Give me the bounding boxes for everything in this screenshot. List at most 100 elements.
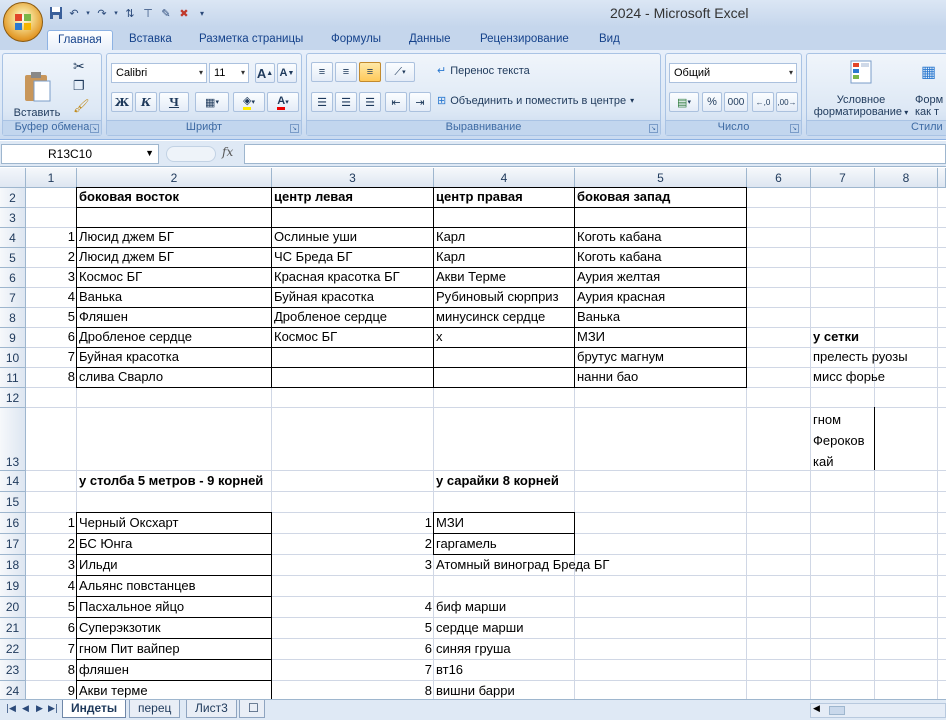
- row-header[interactable]: 8: [0, 308, 26, 328]
- cell[interactable]: нанни бао: [575, 367, 747, 387]
- align-middle-button[interactable]: ≡: [335, 62, 357, 82]
- cell[interactable]: вт16: [434, 660, 575, 680]
- cell[interactable]: 6: [26, 327, 77, 347]
- cell[interactable]: 1: [272, 513, 434, 533]
- cell[interactable]: Суперэкзотик: [77, 618, 272, 638]
- dialog-launcher-icon[interactable]: ↘: [649, 124, 658, 133]
- scroll-thumb[interactable]: [829, 706, 845, 715]
- row-header[interactable]: 21: [0, 618, 26, 639]
- cell[interactable]: 3: [26, 267, 77, 287]
- thousands-button[interactable]: 000: [724, 92, 748, 112]
- cell[interactable]: Космос БГ: [77, 267, 272, 287]
- tools-icon[interactable]: ✎: [158, 5, 174, 21]
- cell[interactable]: 7: [26, 347, 77, 367]
- paste-button[interactable]: Вставить: [11, 57, 63, 119]
- cell[interactable]: 2: [26, 247, 77, 267]
- cell[interactable]: 6: [272, 639, 434, 659]
- cell[interactable]: брутус магнум: [575, 347, 747, 367]
- cell[interactable]: Пасхальное яйцо: [77, 597, 272, 617]
- currency-button[interactable]: ▤ ▾: [669, 92, 699, 112]
- first-sheet-icon[interactable]: |◀: [6, 704, 16, 714]
- cell[interactable]: Коготь кабана: [575, 247, 747, 267]
- row-header[interactable]: 16: [0, 513, 26, 534]
- cell[interactable]: Красная красотка БГ: [272, 267, 434, 287]
- cell[interactable]: гном: [811, 410, 875, 430]
- format-painter-icon[interactable]: 🖌: [73, 98, 90, 114]
- cell[interactable]: Черный Оксхарт: [77, 513, 272, 533]
- header-cell[interactable]: у столба 5 метров - 9 корней: [77, 471, 272, 491]
- row-header[interactable]: 9: [0, 328, 26, 348]
- column-header[interactable]: 3: [272, 168, 434, 188]
- insert-function-button[interactable]: fx: [222, 145, 233, 159]
- row-header[interactable]: 15: [0, 492, 26, 513]
- align-right-button[interactable]: ☰: [359, 92, 381, 112]
- worksheet-grid[interactable]: 1 2 3 4 5 6 7 8 2 3 4 5 6 7 8 9 10 11 12 13 14 15 16 17 18 19 20 21…: [0, 168, 946, 699]
- cell[interactable]: 4: [26, 287, 77, 307]
- cell[interactable]: 1: [26, 227, 77, 247]
- cell[interactable]: Аурия желтая: [575, 267, 747, 287]
- row-header[interactable]: 5: [0, 248, 26, 268]
- office-button[interactable]: [3, 2, 43, 42]
- column-header[interactable]: 6: [747, 168, 811, 188]
- dialog-launcher-icon[interactable]: ↘: [290, 124, 299, 133]
- fill-color-button[interactable]: ◈ ▾: [233, 92, 265, 112]
- cell[interactable]: х: [434, 327, 575, 347]
- row-header[interactable]: 19: [0, 576, 26, 597]
- wrap-text-button[interactable]: ↵ Перенос текста: [437, 64, 530, 78]
- prev-sheet-icon[interactable]: ◀: [22, 704, 29, 714]
- orientation-button[interactable]: ⟋ ▾: [385, 62, 415, 82]
- sheet-tab-perets[interactable]: перец: [129, 700, 181, 718]
- cell[interactable]: фляшен: [77, 660, 272, 680]
- cell[interactable]: Люсид джем БГ: [77, 247, 272, 267]
- increase-indent-button[interactable]: ⇥: [409, 92, 431, 112]
- row-header[interactable]: 24: [0, 681, 26, 699]
- decrease-indent-button[interactable]: ⇤: [385, 92, 407, 112]
- header-cell[interactable]: боковая запад: [575, 187, 747, 207]
- column-header[interactable]: 2: [77, 168, 272, 188]
- header-cell[interactable]: центр левая: [272, 187, 434, 207]
- cell[interactable]: 5: [26, 307, 77, 327]
- cell[interactable]: Дробленое сердце: [77, 327, 272, 347]
- cell[interactable]: Карл: [434, 227, 575, 247]
- cell[interactable]: 3: [26, 555, 77, 575]
- cell[interactable]: ЧС Бреда БГ: [272, 247, 434, 267]
- dropdown-arrow-icon[interactable]: ▾: [84, 5, 92, 21]
- customize-qat-icon[interactable]: ▾: [194, 5, 210, 21]
- cell[interactable]: 7: [272, 660, 434, 680]
- name-box[interactable]: R13C10 ▼: [1, 144, 159, 164]
- copy-icon[interactable]: ❐: [73, 78, 85, 94]
- cell[interactable]: Атомный виноград Бреда БГ: [434, 555, 609, 575]
- cell[interactable]: МЗИ: [575, 327, 747, 347]
- formula-bar-handle[interactable]: [166, 146, 216, 162]
- cell[interactable]: Ванька: [575, 307, 747, 327]
- cell[interactable]: 4: [272, 597, 434, 617]
- formula-input[interactable]: [244, 144, 946, 164]
- cell[interactable]: 3: [272, 555, 434, 575]
- dialog-launcher-icon[interactable]: ↘: [790, 124, 799, 133]
- cell[interactable]: 2: [272, 534, 434, 554]
- sheet-tab-list3[interactable]: Лист3: [186, 700, 237, 718]
- cell[interactable]: Ильди: [77, 555, 272, 575]
- row-header[interactable]: 20: [0, 597, 26, 618]
- row-header[interactable]: 12: [0, 388, 26, 408]
- header-cell[interactable]: центр правая: [434, 187, 575, 207]
- cell[interactable]: гаргамель: [434, 534, 575, 554]
- tab-insert[interactable]: Вставка: [129, 30, 172, 51]
- cell[interactable]: 8: [272, 681, 434, 699]
- merge-center-button[interactable]: ⊞ Объединить и поместить в центре ▾: [437, 94, 634, 108]
- cell[interactable]: Дробленое сердце: [272, 307, 434, 327]
- cell[interactable]: 5: [272, 618, 434, 638]
- font-size-combo[interactable]: 11 ▾: [209, 63, 249, 83]
- bold-button[interactable]: Ж: [111, 92, 133, 112]
- align-left-button[interactable]: ☰: [311, 92, 333, 112]
- dialog-launcher-icon[interactable]: ↘: [90, 124, 99, 133]
- cell[interactable]: Рубиновый сюрприз: [434, 287, 575, 307]
- cell[interactable]: 5: [26, 597, 77, 617]
- column-header[interactable]: 5: [575, 168, 747, 188]
- last-sheet-icon[interactable]: ▶|: [48, 704, 58, 714]
- cell[interactable]: 8: [26, 367, 77, 387]
- sheet-tab-indety[interactable]: Индеты: [62, 700, 127, 718]
- row-header[interactable]: 10: [0, 348, 26, 368]
- cell[interactable]: прелесть руозы: [811, 347, 908, 367]
- save-icon[interactable]: [48, 5, 64, 21]
